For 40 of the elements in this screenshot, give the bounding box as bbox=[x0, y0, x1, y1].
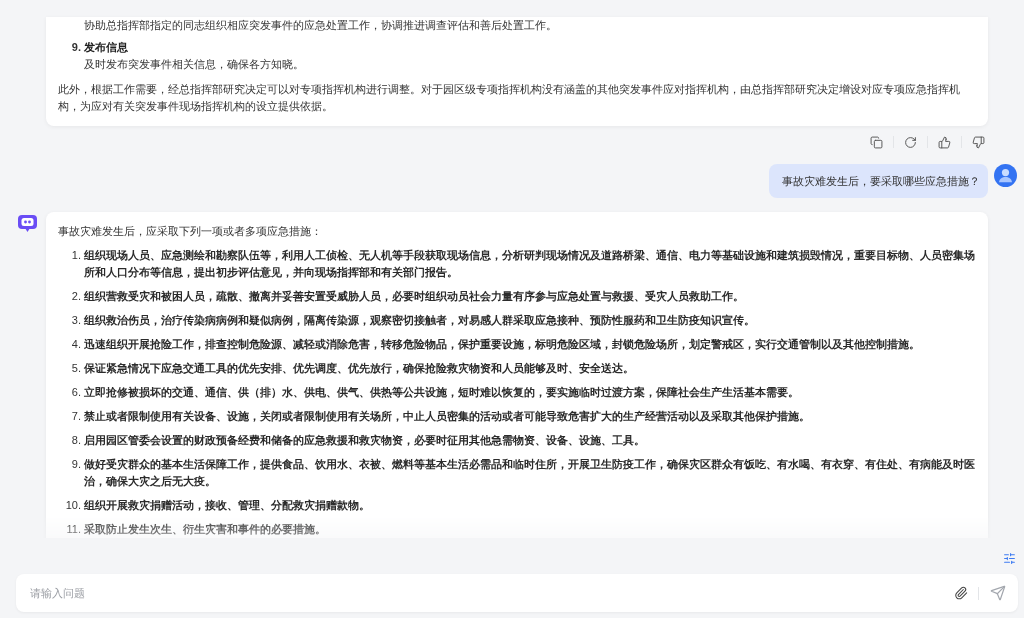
list-number: 4. bbox=[70, 337, 81, 352]
paperclip-icon[interactable] bbox=[954, 586, 968, 600]
list-number: 3. bbox=[70, 313, 81, 328]
thumbs-down-icon[interactable] bbox=[972, 135, 985, 149]
chat-input-bar[interactable]: 请输入问题 bbox=[16, 574, 1018, 612]
question-input-field[interactable]: 请输入问题 bbox=[30, 583, 946, 603]
chatbot-icon bbox=[18, 215, 37, 232]
send-icon[interactable] bbox=[990, 585, 1006, 601]
list-number: 9. bbox=[70, 40, 81, 55]
list-item-text: 禁止或者限制使用有关设备、设施，关闭或者限制使用有关场所，中止人员密集的活动或者可能导致危害扩大的生产经营活动以及采取其他保护措施。 bbox=[84, 409, 811, 424]
refresh-icon[interactable] bbox=[904, 135, 917, 149]
list-item-text: 迅速组织开展抢险工作，排查控制危险源、减轻或消除危害，转移危险物品，保护重要设施，标明危险区域，封锁危险场所，划定警戒区，实行交通管制以及其他控制措施。 bbox=[84, 337, 921, 352]
list-number: 6. bbox=[70, 385, 81, 400]
item-description: 协助总指挥部指定的同志组织相应突发事件的应急处置工作，协调推进调查评估和善后处置工作。 bbox=[84, 18, 558, 33]
list-item-text: 做好受灾群众的基本生活保障工作，提供食品、饮用水、衣被、燃料等基本生活必需品和临时住所，开展卫生防疫工作，确保灾区群众有饭吃、有水喝、有衣穿、有住处、有病能及时医治，确保大灾之后无大疫。 bbox=[84, 457, 976, 489]
answer-intro: 事故灾难发生后，应采取下列一项或者多项应急措施： bbox=[58, 224, 323, 239]
list-number: 5. bbox=[70, 361, 81, 376]
list-item-text: 组织现场人员、应急测绘和勘察队伍等，利用人工侦检、无人机等手段获取现场信息，分析研判现场情况及道路桥梁、通信、电力等基础设施和建筑损毁情况，重要目标物、人员密集场所和人口分布等信息，提出初步评估意见，并向现场指挥部和有关部门报告。 bbox=[84, 248, 976, 280]
sliders-icon[interactable] bbox=[1003, 552, 1016, 565]
list-number: 1. bbox=[70, 248, 81, 263]
list-number: 11. bbox=[65, 522, 81, 537]
list-item-text: 组织救治伤员，治疗传染病病例和疑似病例，隔离传染源，观察密切接触者，对易感人群采取应急接种、预防性服药和卫生防疫知识宣传。 bbox=[84, 313, 756, 328]
list-number: 7. bbox=[70, 409, 81, 424]
list-number: 2. bbox=[70, 289, 81, 304]
list-item-text: 启用园区管委会设置的财政预备经费和储备的应急救援和救灾物资，必要时征用其他急需物资、设备、设施、工具。 bbox=[84, 433, 646, 448]
list-item-text: 采取防止发生次生、衍生灾害和事件的必要措施。 bbox=[84, 522, 327, 537]
thumbs-up-icon[interactable] bbox=[938, 135, 951, 149]
list-number: 8. bbox=[70, 433, 81, 448]
answer-paragraph: 此外，根据工作需要，经总指挥部研究决定可以对专项指挥机构进行调整。对于园区级专项指挥机构没有涵盖的其他突发事件应对指挥机构，由总指挥部研究决定增设对应专项应急指挥机构，为应对有关突发事件现场指挥机构的设立提供依据。 bbox=[58, 82, 961, 114]
list-item-text: 立即抢修被损坏的交通、通信、供（排）水、供电、供气、供热等公共设施，短时难以恢复的，要实施临时过渡方案，保障社会生产生活基本需要。 bbox=[84, 385, 800, 400]
list-number: 9. bbox=[70, 457, 81, 472]
user-message: 事故灾难发生后，要采取哪些应急措施？ bbox=[769, 164, 988, 198]
list-item-text: 保证紧急情况下应急交通工具的优先安排、优先调度、优先放行，确保抢险救灾物资和人员能够及时、安全送达。 bbox=[84, 361, 635, 376]
user-avatar-icon bbox=[994, 164, 1017, 187]
item-description: 及时发布突发事件相关信息，确保各方知晓。 bbox=[84, 57, 305, 72]
list-item-text: 组织开展救灾捐赠活动，接收、管理、分配救灾捐赠款物。 bbox=[84, 498, 371, 513]
list-number: 10. bbox=[64, 498, 81, 513]
list-item-text: 组织营救受灾和被困人员，疏散、撤离并妥善安置受威胁人员，必要时组织动员社会力量有序参与应急处置与救援、受灾人员救助工作。 bbox=[84, 289, 745, 304]
copy-icon[interactable] bbox=[870, 135, 883, 149]
item-title: 发布信息 bbox=[84, 40, 129, 55]
